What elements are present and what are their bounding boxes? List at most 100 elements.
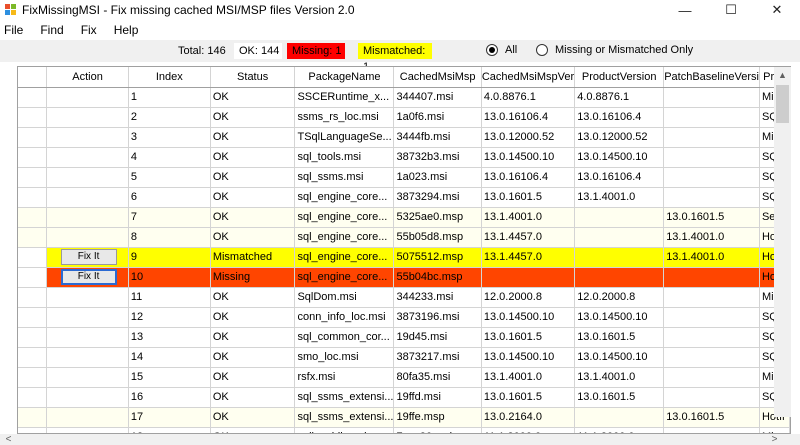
cell-action: [46, 167, 129, 188]
menu-help[interactable]: Help: [106, 23, 148, 37]
column-header-patch-baseline-version[interactable]: PatchBaselineVersi: [663, 67, 760, 88]
row-header[interactable]: [18, 427, 48, 433]
cell-product-version: [574, 207, 665, 228]
menu-find[interactable]: Find: [32, 23, 72, 37]
table-row[interactable]: 13 OK sql_common_cor... 19d45.msi 13.0.1601.…: [18, 327, 790, 348]
row-header[interactable]: [18, 347, 48, 368]
minimize-button[interactable]: —: [662, 0, 708, 20]
row-header[interactable]: [18, 287, 48, 308]
cell-patch-baseline-version: [663, 387, 760, 408]
filter-missing-mismatched-radio[interactable]: Missing or Mismatched Only: [536, 44, 693, 56]
horizontal-scrollbar[interactable]: < >: [0, 434, 800, 445]
table-row[interactable]: 16 OK sql_ssms_extensi... 19ffd.msi 13.0.160…: [18, 387, 790, 408]
column-header-status[interactable]: Status: [210, 67, 296, 88]
menu-fix[interactable]: Fix: [73, 23, 106, 37]
row-header[interactable]: [18, 247, 48, 268]
table-row[interactable]: 15 OK rsfx.msi 80fa35.msi 13.1.4001.0 13.1.40…: [18, 367, 790, 388]
cell-cached-msi-msp: 3873217.msi: [393, 347, 482, 368]
cell-package-name: smo_loc.msi: [294, 347, 395, 368]
radio-selected-icon: [486, 44, 498, 56]
row-header[interactable]: [18, 227, 48, 248]
column-header-product-version[interactable]: ProductVersion: [574, 67, 665, 88]
row-header[interactable]: [18, 127, 48, 148]
row-header[interactable]: [18, 147, 48, 168]
cell-index: 9: [128, 247, 211, 268]
cell-patch-baseline-version: [663, 167, 760, 188]
column-header-action[interactable]: Action: [46, 67, 129, 88]
table-row[interactable]: Fix It 9 Mismatched sql_engine_core... 50755…: [18, 247, 790, 268]
vertical-scrollbar[interactable]: ▲: [774, 67, 791, 417]
cell-cached-msi-msp-ver: [481, 267, 576, 288]
column-header-package-name[interactable]: PackageName: [294, 67, 395, 88]
table-row[interactable]: 6 OK sql_engine_core... 3873294.msi 13.0.160…: [18, 187, 790, 208]
cell-patch-baseline-version: 13.0.1601.5: [663, 207, 760, 228]
row-header[interactable]: [18, 367, 48, 388]
cell-cached-msi-msp: 19ffe.msp: [393, 407, 482, 428]
cell-cached-msi-msp-ver: 13.0.2164.0: [481, 407, 576, 428]
column-header-index[interactable]: Index: [128, 67, 211, 88]
row-header[interactable]: [18, 267, 48, 288]
cell-cached-msi-msp: 38732b3.msi: [393, 147, 482, 168]
cell-cached-msi-msp-ver: 13.0.16106.4: [481, 107, 576, 128]
vertical-scroll-thumb[interactable]: [776, 85, 789, 123]
table-row[interactable]: 12 OK conn_info_loc.msi 3873196.msi 13.0.145…: [18, 307, 790, 328]
table-row[interactable]: 18OKsqllocaldb.msi7cce26.msi11.1.3000.01…: [18, 427, 790, 433]
total-count: Total: 146: [178, 45, 226, 57]
package-grid[interactable]: Action Index Status PackageName CachedMs…: [17, 66, 791, 434]
cell-package-name: sql_engine_core...: [294, 247, 395, 268]
row-header[interactable]: [18, 407, 48, 428]
cell-patch-baseline-version: [663, 187, 760, 208]
cell-product-version: 13.0.14500.10: [574, 347, 665, 368]
cell-status: OK: [210, 127, 296, 148]
table-row[interactable]: 14 OK smo_loc.msi 3873217.msi 13.0.14500.10 1…: [18, 347, 790, 368]
cell-status: OK: [210, 427, 296, 433]
column-header-cached-msi-msp[interactable]: CachedMsiMsp: [393, 67, 482, 88]
menu-file[interactable]: File: [0, 23, 32, 37]
row-header[interactable]: [18, 387, 48, 408]
row-header[interactable]: [18, 87, 48, 108]
filter-all-radio[interactable]: All: [486, 44, 517, 56]
cell-cached-msi-msp-ver: 13.0.14500.10: [481, 307, 576, 328]
table-row[interactable]: 11 OK SqlDom.msi 344233.msi 12.0.2000.8 12.0.…: [18, 287, 790, 308]
row-header[interactable]: [18, 327, 48, 348]
scroll-left-arrow-icon[interactable]: <: [0, 434, 17, 445]
cell-status: OK: [210, 387, 296, 408]
scroll-up-arrow-icon[interactable]: ▲: [774, 67, 791, 84]
table-row[interactable]: 4 OK sql_tools.msi 38732b3.msi 13.0.14500.10…: [18, 147, 790, 168]
cell-index: 1: [128, 87, 211, 108]
cell-product-version: 13.0.12000.52: [574, 127, 665, 148]
table-row[interactable]: 2 OK ssms_rs_loc.msi 1a0f6.msi 13.0.16106.4 1…: [18, 107, 790, 128]
row-header[interactable]: [18, 207, 48, 228]
table-row[interactable]: 8 OK sql_engine_core... 55b05d8.msp 13.1.445…: [18, 227, 790, 248]
cell-patch-baseline-version: [663, 287, 760, 308]
cell-package-name: TSqlLanguageSe...: [294, 127, 395, 148]
table-row[interactable]: Fix It 10 Missing sql_engine_core... 55b04bc…: [18, 267, 790, 288]
table-row[interactable]: 3 OK TSqlLanguageSe... 3444fb.msi 13.0.12000…: [18, 127, 790, 148]
scroll-right-arrow-icon[interactable]: >: [766, 434, 783, 445]
row-header[interactable]: [18, 187, 48, 208]
cell-cached-msi-msp-ver: 13.0.12000.52: [481, 127, 576, 148]
cell-action: [46, 87, 129, 108]
fix-it-button[interactable]: Fix It: [60, 269, 117, 285]
cell-status: Mismatched: [210, 247, 296, 268]
cell-status: OK: [210, 147, 296, 168]
cell-status: OK: [210, 367, 296, 388]
row-header[interactable]: [18, 307, 48, 328]
table-row[interactable]: 7 OK sql_engine_core... 5325ae0.msp 13.1.400…: [18, 207, 790, 228]
table-row[interactable]: 1 OK SSCERuntime_x... 344407.msi 4.0.8876.1 4…: [18, 87, 790, 108]
cell-cached-msi-msp-ver: 11.1.3000.0: [481, 427, 576, 433]
cell-package-name: sql_engine_core...: [294, 207, 395, 228]
cell-package-name: sql_ssms.msi: [294, 167, 395, 188]
fix-it-button[interactable]: Fix It: [60, 249, 117, 265]
close-button[interactable]: ✕: [754, 0, 800, 20]
row-header[interactable]: [18, 167, 48, 188]
table-row[interactable]: 5 OK sql_ssms.msi 1a023.msi 13.0.16106.4 13.0…: [18, 167, 790, 188]
ok-count-badge: OK: 144: [234, 43, 282, 59]
cell-action: [46, 147, 129, 168]
title-bar: FixMissingMSI - Fix missing cached MSI/M…: [0, 0, 800, 20]
table-row[interactable]: 17 OK sql_ssms_extensi... 19ffe.msp 13.0.216…: [18, 407, 790, 428]
maximize-button[interactable]: ☐: [708, 0, 754, 20]
row-header[interactable]: [18, 107, 48, 128]
cell-product-version: [574, 227, 665, 248]
column-header-cached-msi-msp-ver[interactable]: CachedMsiMspVer: [481, 67, 576, 88]
